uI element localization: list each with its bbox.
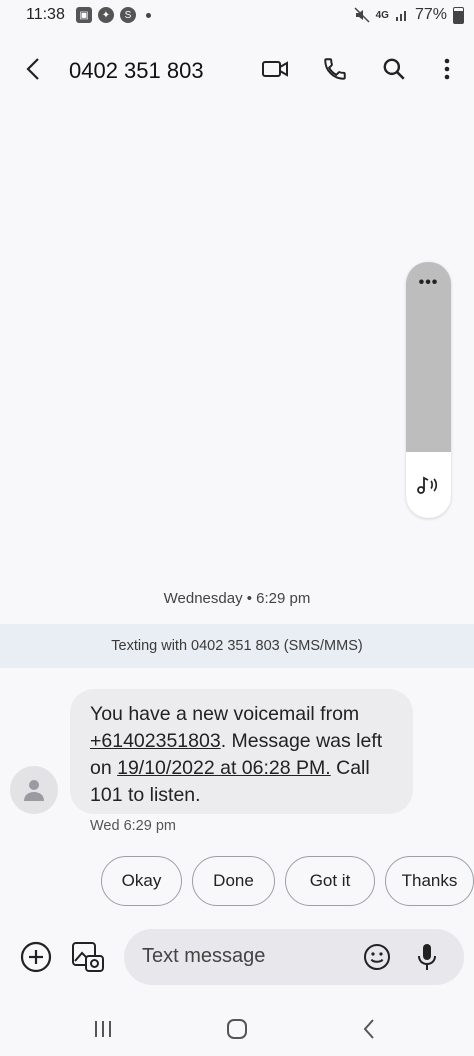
contact-name[interactable]: 0402 351 803	[69, 58, 204, 84]
texting-with-label: Texting with 0402 351 803 (SMS/MMS)	[111, 638, 363, 654]
message-input[interactable]: Text message	[124, 929, 464, 985]
person-icon	[24, 780, 44, 801]
panel-audio-button[interactable]	[406, 452, 451, 518]
voice-call-button[interactable]	[320, 54, 350, 84]
conversation-header: 0402 351 803	[0, 40, 474, 98]
gallery-camera-icon[interactable]	[70, 939, 106, 975]
smart-reply-okay[interactable]: Okay	[101, 856, 182, 906]
recent-apps-icon	[95, 1021, 111, 1037]
more-vertical-icon	[444, 58, 450, 80]
smart-reply-done[interactable]: Done	[192, 856, 275, 906]
date-link[interactable]: 19/10/2022 at 06:28 PM.	[117, 757, 331, 779]
message-timestamp: Wed 6:29 pm	[90, 818, 176, 834]
microphone-icon[interactable]	[412, 941, 442, 973]
add-attachment-icon[interactable]	[18, 939, 54, 975]
search-icon	[383, 58, 405, 80]
more-options-button[interactable]	[432, 54, 462, 84]
phone-icon	[324, 58, 346, 80]
texting-with-banner: Texting with 0402 351 803 (SMS/MMS)	[0, 624, 474, 668]
shazam-notification-icon: S	[120, 7, 136, 23]
floating-media-panel[interactable]: •••	[406, 262, 451, 518]
smart-reply-got-it[interactable]: Got it	[285, 856, 375, 906]
home-icon	[227, 1019, 247, 1039]
recent-apps-button[interactable]	[88, 1014, 118, 1044]
battery-level: 77%	[414, 6, 447, 23]
message-input-placeholder: Text message	[142, 945, 266, 967]
video-camera-icon	[262, 61, 288, 77]
emoji-icon[interactable]	[362, 942, 392, 972]
status-time: 11:38	[26, 6, 65, 23]
more-notifications-dot-icon	[146, 13, 151, 18]
status-bar: 11:38 ▣ ✦ S 4G 77%	[0, 0, 474, 30]
gallery-notification-icon: ▣	[76, 7, 92, 23]
network-type: 4G	[375, 9, 389, 21]
signal-icon	[395, 11, 406, 21]
message-bubble[interactable]: You have a new voicemail from +614023518…	[70, 689, 413, 814]
phone-number-link[interactable]: +61402351803	[90, 730, 221, 752]
mute-icon	[354, 7, 370, 23]
smart-reply-chips: Okay Done Got it Thanks	[101, 856, 474, 906]
battery-icon	[453, 6, 464, 24]
panel-menu-icon[interactable]: •••	[406, 274, 451, 292]
date-separator: Wednesday • 6:29 pm	[163, 590, 311, 607]
system-navigation-bar	[0, 1004, 474, 1054]
message-text: You have a new voicemail from	[90, 703, 360, 725]
avatar[interactable]	[10, 766, 58, 814]
system-back-button[interactable]	[354, 1014, 384, 1044]
status-right: 4G 77%	[354, 6, 464, 24]
video-call-button[interactable]	[260, 54, 290, 84]
smart-reply-thanks[interactable]: Thanks	[385, 856, 474, 906]
home-button[interactable]	[222, 1014, 252, 1044]
activity-notification-icon: ✦	[98, 7, 114, 23]
back-arrow-icon[interactable]	[20, 55, 48, 83]
chevron-left-icon	[363, 1019, 374, 1039]
audio-note-icon	[416, 476, 437, 494]
search-button[interactable]	[379, 54, 409, 84]
notification-icons: ▣ ✦ S	[76, 7, 151, 23]
